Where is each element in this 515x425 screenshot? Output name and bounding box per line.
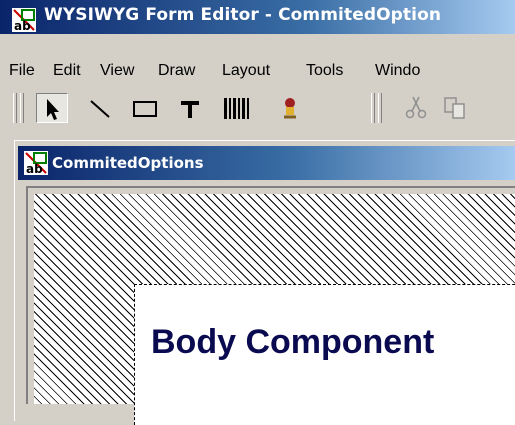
body-component-label: Body Component [151, 323, 435, 361]
menu-view[interactable]: View [100, 62, 134, 80]
menu-draw[interactable]: Draw [158, 62, 195, 80]
menu-file[interactable]: File [9, 62, 35, 80]
svg-text:ab: ab [14, 19, 31, 32]
scissors-icon [405, 96, 427, 119]
app-icon: ab [12, 8, 36, 33]
line-tool-button[interactable] [83, 93, 115, 123]
toolbar-grip[interactable] [378, 93, 382, 123]
barcode-icon [224, 98, 249, 119]
menubar [0, 34, 515, 58]
image-tool-button[interactable] [274, 93, 306, 123]
main-titlebar[interactable]: ab WYSIWYG Form Editor - CommitedOption [0, 0, 515, 34]
toolbar-grip[interactable] [13, 93, 17, 123]
form-icon: ab [24, 151, 48, 176]
rectangle-tool-button[interactable] [128, 93, 160, 123]
select-tool-button[interactable] [36, 93, 68, 123]
menu-window[interactable]: Windo [375, 62, 420, 80]
menu-tools[interactable]: Tools [306, 62, 343, 80]
toolbar-grip[interactable] [371, 93, 375, 123]
menu-edit[interactable]: Edit [53, 62, 81, 80]
copy-icon [444, 97, 465, 119]
child-window-title: CommitedOptions [52, 154, 204, 172]
text-t-icon [181, 101, 199, 118]
svg-text:ab: ab [26, 162, 43, 175]
arrow-pointer-icon [47, 99, 59, 120]
text-tool-button[interactable] [174, 93, 206, 123]
rectangle-icon [133, 101, 157, 117]
cut-button[interactable] [400, 93, 432, 123]
figure-icon [284, 98, 296, 119]
window-title: WYSIWYG Form Editor - CommitedOption [44, 5, 442, 25]
menu-layout[interactable]: Layout [222, 62, 270, 80]
toolbar-grip[interactable] [20, 93, 24, 123]
copy-button[interactable] [440, 93, 472, 123]
toolbar [0, 89, 515, 129]
barcode-tool-button[interactable] [220, 93, 252, 123]
child-window-titlebar[interactable]: ab CommitedOptions [18, 146, 515, 180]
diagonal-line-icon [90, 100, 110, 118]
